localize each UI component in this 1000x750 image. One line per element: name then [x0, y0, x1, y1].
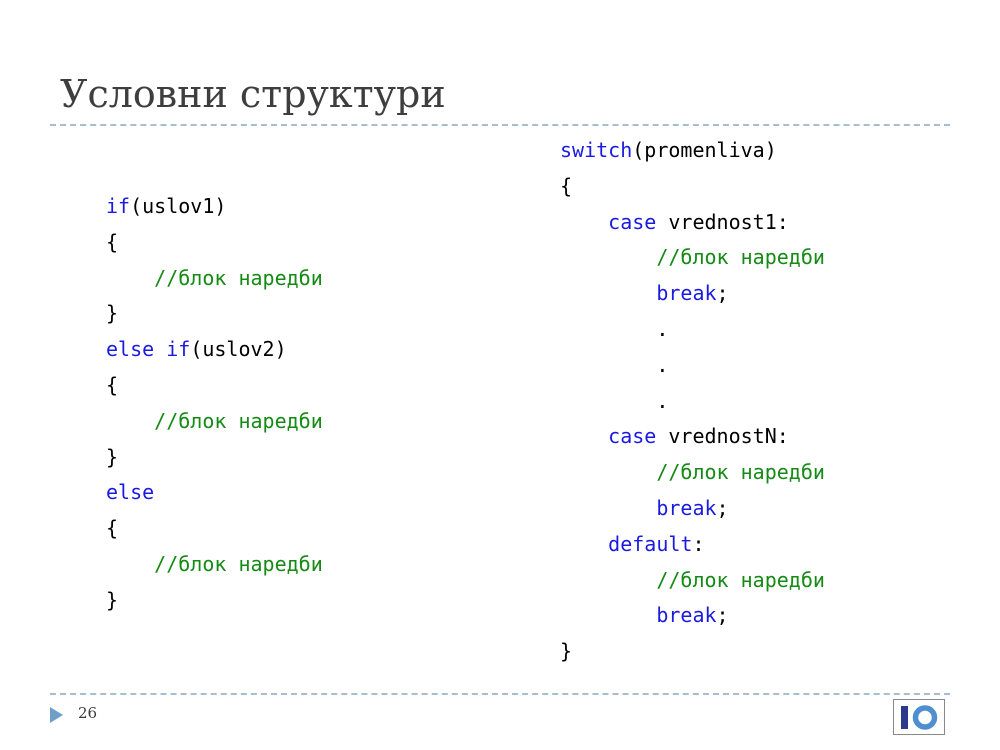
code-line: else if(uslov2) — [106, 332, 323, 368]
code-line: if(uslov1) — [106, 189, 323, 225]
code-keyword: if — [166, 337, 191, 362]
code-line: } — [106, 583, 323, 619]
code-text: } — [106, 301, 119, 326]
code-line: { — [106, 368, 323, 404]
code-text: } — [106, 444, 119, 469]
code-keyword: else — [106, 337, 155, 362]
code-text: vrednost1: — [656, 209, 789, 234]
code-text: ; — [716, 281, 729, 306]
code-line: //блок наредби — [106, 547, 323, 583]
if-else-code-block: if(uslov1){ //блок наредби} else if(uslov… — [106, 189, 323, 619]
code-keyword: case — [608, 209, 657, 234]
code-line: . — [560, 348, 825, 384]
code-text: (uslov2) — [190, 337, 287, 362]
code-text: { — [106, 229, 119, 254]
code-text: } — [560, 639, 573, 664]
code-text: (uslov1) — [130, 194, 227, 218]
logo-o-ring — [912, 705, 938, 730]
code-text: ; — [716, 603, 729, 628]
code-keyword: break — [656, 281, 717, 306]
code-line: else — [106, 475, 323, 511]
code-text: (promenliva) — [632, 138, 777, 162]
code-keyword: break — [656, 603, 717, 628]
code-line: } — [106, 440, 323, 476]
code-line: break; — [560, 491, 825, 527]
code-keyword: break — [656, 495, 717, 520]
code-text: } — [106, 587, 119, 612]
code-line: break; — [560, 598, 825, 634]
code-line: case vrednost1: — [560, 205, 825, 241]
code-line: . — [560, 384, 825, 420]
code-line: //блок наредби — [560, 455, 825, 491]
code-line: break; — [560, 276, 825, 312]
title-divider — [50, 124, 950, 126]
code-line: case vrednostN: — [560, 419, 825, 455]
code-text: { — [106, 516, 119, 541]
code-comment: //блок наредби — [656, 460, 825, 485]
code-keyword: switch — [560, 138, 633, 162]
code-line: //блок наредби — [560, 563, 825, 599]
code-line: } — [560, 634, 825, 670]
code-keyword: if — [106, 194, 131, 218]
code-line: //блок наредби — [106, 404, 323, 440]
code-line: //блок наредби — [560, 240, 825, 276]
logo-i-bar — [901, 706, 908, 729]
code-comment: //блок наредби — [154, 551, 323, 576]
code-line: . — [560, 312, 825, 348]
slide-title: Условни структури — [60, 72, 446, 116]
io-logo-icon — [893, 699, 945, 735]
page-number: 26 — [78, 704, 98, 722]
code-comment: //блок наредби — [656, 245, 825, 270]
code-text: ; — [716, 495, 729, 520]
code-text: . — [560, 388, 669, 413]
code-comment: //блок наредби — [656, 567, 825, 592]
code-text: . — [560, 352, 669, 377]
code-text: { — [560, 173, 573, 198]
code-line: { — [106, 511, 323, 547]
code-keyword: else — [106, 480, 155, 505]
code-text: : — [692, 531, 705, 556]
code-line: } — [106, 296, 323, 332]
code-line: { — [560, 169, 825, 205]
code-line: default: — [560, 527, 825, 563]
footer-divider — [50, 693, 950, 695]
code-comment: //блок наредби — [154, 265, 323, 290]
triangle-right-icon — [50, 707, 63, 723]
code-keyword: case — [608, 424, 657, 449]
code-keyword: default — [608, 531, 693, 556]
code-text: vrednostN: — [656, 424, 789, 449]
code-text: . — [560, 316, 669, 341]
code-comment: //блок наредби — [154, 408, 323, 433]
code-text: { — [106, 372, 119, 397]
code-line: //блок наредби — [106, 261, 323, 297]
code-line: { — [106, 225, 323, 261]
switch-code-block: switch(promenliva) { case vrednost1: //бл… — [560, 133, 825, 670]
code-line: switch(promenliva) — [560, 133, 825, 169]
